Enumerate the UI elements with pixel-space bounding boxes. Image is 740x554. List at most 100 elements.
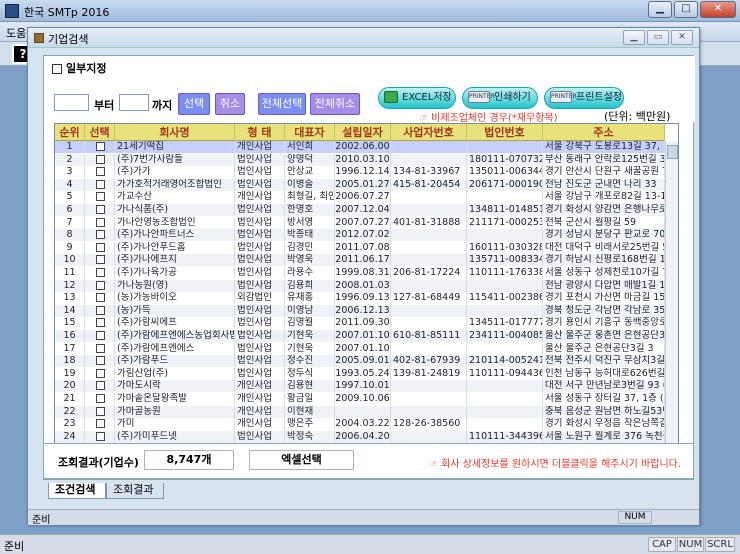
cell-rank: 9	[55, 241, 85, 254]
table-row[interactable]: 5 가교수산 개인사업 최형길, 최인 2006.07.27 서울 강남구 개포로82길 …	[55, 191, 665, 204]
range-to-label: 까지	[152, 99, 173, 112]
row-select-checkbox[interactable]	[85, 355, 115, 368]
cell-corp-number	[467, 418, 543, 431]
table-row[interactable]: 7 가나안영농조합법인 법인사업 방서영 2007.07.27 401-81-31888 2…	[55, 216, 665, 229]
cell-company-name: 가교수산	[115, 191, 235, 204]
table-row[interactable]: 9 (주)가나안푸드홈 법인사업 김경민 2011.07.08 160111-030328…	[55, 241, 665, 254]
table-row[interactable]: 11 (주)가나육가공 법인사업 라용수 1999.08.31 206-81-17224 1…	[55, 267, 665, 279]
row-select-checkbox[interactable]	[85, 178, 115, 191]
row-select-checkbox[interactable]	[85, 267, 115, 279]
range-from-input[interactable]	[54, 94, 89, 111]
row-select-checkbox[interactable]	[85, 254, 115, 267]
excel-select-button[interactable]: 엑셀선택	[249, 450, 354, 470]
table-row[interactable]: 8 (주)가나안파트너스 법인사업 박종태 2012.07.02 경기 성남시 분당구 판…	[55, 229, 665, 242]
row-select-checkbox[interactable]	[85, 204, 115, 216]
cell-corp-number: 110111-0944367	[469, 367, 543, 380]
column-header-business-number[interactable]: 사업자번호	[391, 124, 467, 141]
table-row[interactable]: 3 (주)가가 법인사업 안상교 1996.12.14 134-81-33967 13501…	[55, 166, 665, 179]
cell-company-name: (주)가람씨에프	[115, 317, 235, 330]
table-row[interactable]: 15 (주)가람씨에프 법인사업 김명월 2011.09.30 134511-017777…	[55, 317, 665, 330]
cell-ceo: 정두식	[285, 367, 335, 380]
table-row[interactable]: 20 가마도시락 개인사업 김용현 1997.10.01 대전 서구 만년남로3번길 93…	[55, 380, 665, 393]
close-button[interactable]: ✕	[700, 1, 736, 18]
row-select-checkbox[interactable]	[85, 304, 115, 317]
table-row[interactable]: 23 가미 개인사업 맹은주 2004.03.22 128-26-38560 경기 화성시 …	[55, 418, 665, 431]
cell-founded-date: 1993.05.24	[335, 367, 391, 380]
tab-condition-search[interactable]: 조건검색	[48, 483, 106, 499]
window-status-text: 준비	[32, 515, 51, 526]
column-header-type[interactable]: 형 태	[235, 124, 285, 141]
non-manufacturer-warning: ☞ 비제조업체인 경우(*재무항목)	[419, 113, 558, 124]
table-row[interactable]: 12 가나농원(영) 법인사업 김용희 2008.01.03 전남 광양시 다압면 매발1…	[55, 279, 665, 292]
column-header-address[interactable]: 주소	[543, 124, 665, 141]
table-row[interactable]: 19 가림산업(주) 법인사업 정두식 1993.05.24 139-81-24819 11…	[55, 367, 665, 380]
window-restore-button[interactable]: ▭	[647, 30, 669, 45]
select-button[interactable]: 선택	[178, 93, 210, 115]
row-select-checkbox[interactable]	[85, 317, 115, 330]
column-header-ceo[interactable]: 대표자	[285, 124, 335, 141]
row-select-checkbox[interactable]	[85, 380, 115, 393]
select-all-button[interactable]: 전체선택	[258, 93, 306, 115]
company-grid[interactable]: 순위 선택 회사명 형 태 대표자 설립일자 사업자번호 법인번호 주소 1 21세기떡집 개인사업…	[54, 123, 679, 460]
row-select-checkbox[interactable]	[85, 418, 115, 431]
cancel-all-button[interactable]: 전체취소	[310, 93, 360, 115]
table-row[interactable]: 4 가가호적거래영어조합법인 법인사업 이병술 2005.01.27 415-81-204…	[55, 178, 665, 191]
column-header-rank[interactable]: 순위	[55, 124, 85, 141]
partial-select-checkbox[interactable]: 일부지정	[52, 60, 106, 76]
cell-ceo: 김용희	[285, 279, 335, 292]
excel-save-button[interactable]: EXCEL저장	[378, 87, 456, 109]
cell-corp-number	[467, 304, 543, 317]
row-select-checkbox[interactable]	[85, 342, 115, 355]
row-select-checkbox[interactable]	[85, 153, 115, 166]
row-select-checkbox[interactable]	[85, 191, 115, 204]
vertical-scrollbar[interactable]	[665, 141, 678, 445]
row-select-checkbox[interactable]	[85, 141, 115, 153]
cell-type: 법인사업	[235, 430, 285, 443]
window-minimize-button[interactable]: ▁	[623, 30, 645, 45]
cell-business-number: 401-81-31888	[391, 216, 467, 229]
table-row[interactable]: 13 (농)가농바이오 외감법인 유재홍 1996.09.13 127-81-68449 1…	[55, 292, 665, 305]
print-setup-button[interactable]: PRINTER프린트설정	[544, 87, 624, 109]
cell-ceo: 박종태	[285, 229, 335, 242]
cell-type: 법인사업	[235, 229, 285, 242]
table-row[interactable]: 17 (주)가람에프엔에스 법인사업 기현욱 2007.01.10 울산 울주군 은현공단…	[55, 342, 665, 355]
table-row[interactable]: 24 (주)가미푸드넷 법인사업 박정숙 2006.04.20 110111-344396…	[55, 430, 665, 443]
column-header-company-name[interactable]: 회사명	[115, 124, 235, 141]
row-select-checkbox[interactable]	[85, 241, 115, 254]
cell-company-name: (주)가람에프엔에스농업회사법	[117, 330, 235, 342]
table-row[interactable]: 2 (주)7번가사람들 법인사업 양명덕 2010.03.10 180111-070732…	[55, 153, 665, 166]
row-select-checkbox[interactable]	[85, 330, 115, 342]
row-select-checkbox[interactable]	[85, 279, 115, 292]
maximize-button[interactable]: □	[674, 1, 698, 18]
column-header-corp-number[interactable]: 법인번호	[467, 124, 543, 141]
table-row[interactable]: 18 (주)가람푸드 법인사업 정수진 2005.09.01 402-81-67939 21…	[55, 355, 665, 368]
column-header-select[interactable]: 선택	[85, 124, 115, 141]
cancel-button[interactable]: 취소	[215, 93, 245, 115]
row-select-checkbox[interactable]	[85, 229, 115, 242]
table-row[interactable]: 6 가나식품(주) 법인사업 한명호 2007.12.04 134811-0148511 경…	[55, 204, 665, 216]
cell-founded-date: 2007.07.27	[335, 216, 391, 229]
range-to-input[interactable]	[119, 94, 149, 111]
table-row[interactable]: 22 가마골농원개인사업이현재 충북 음성군 원남면 하노길53번길 14	[55, 405, 665, 418]
row-select-checkbox[interactable]	[85, 405, 115, 418]
column-header-founded-date[interactable]: 설립일자	[335, 124, 391, 141]
app-titlebar: 한국 SMTp 2016 ▁ □ ✕	[0, 0, 740, 22]
printer-icon: PRINTER	[468, 91, 495, 103]
table-row[interactable]: 16 (주)가람에프엔에스농업회사법 법인사업 기현욱 2007.01.10 610-81…	[55, 330, 665, 342]
vertical-scroll-thumb[interactable]	[667, 145, 678, 159]
row-select-checkbox[interactable]	[85, 367, 115, 380]
row-select-checkbox[interactable]	[85, 216, 115, 229]
table-row[interactable]: 1 21세기떡집 개인사업 서인희 2002.06.00 서울 강북구 도봉로13길 37…	[55, 141, 665, 153]
table-row[interactable]: 21 가마솥온달왕족발 개인사업 황금일 2009.10.06 서울 성동구 장터길 37…	[55, 393, 665, 405]
table-row[interactable]: 10 (주)가나에프지 법인사업 박영욱 2011.06.17 135711-008334…	[55, 254, 665, 267]
printer-setup-icon: PRINTER	[550, 91, 577, 103]
minimize-button[interactable]: ▁	[648, 1, 672, 18]
row-select-checkbox[interactable]	[85, 430, 115, 443]
tab-search-results[interactable]: 조회결과	[106, 483, 164, 499]
window-close-button[interactable]: ✕	[671, 30, 693, 45]
row-select-checkbox[interactable]	[85, 292, 115, 305]
row-select-checkbox[interactable]	[85, 393, 115, 405]
print-button[interactable]: PRINTER인쇄하기	[462, 87, 538, 109]
table-row[interactable]: 14 (농)가득 법인사업 이영남 2006.12.13 경북 청도군 각남면 각남로 3…	[55, 304, 665, 317]
row-select-checkbox[interactable]	[85, 166, 115, 179]
